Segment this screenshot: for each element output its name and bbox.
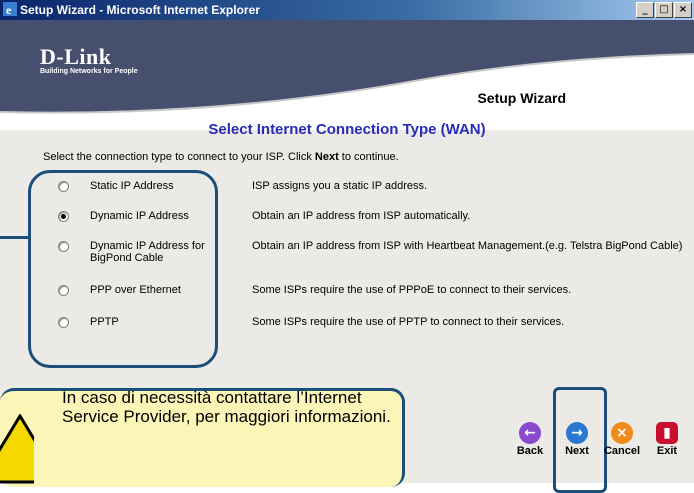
cancel-button[interactable]: × Cancel [600, 422, 644, 457]
back-icon: ← [519, 422, 541, 444]
back-label: Back [516, 445, 544, 457]
back-button[interactable]: ← Back [508, 422, 552, 457]
internet-explorer-icon: e [3, 2, 17, 16]
next-label: Next [565, 445, 589, 457]
svg-text:e: e [6, 3, 12, 16]
exit-icon: ▮ [656, 422, 678, 444]
option-desc: ISP assigns you a static IP address. [252, 180, 428, 192]
maximize-button[interactable]: □ [655, 2, 673, 18]
exit-label: Exit [656, 445, 678, 457]
minimize-button[interactable]: _ [636, 2, 654, 18]
instruction-pre: Select the connection type to connect to… [43, 151, 315, 163]
exit-button[interactable]: ▮ Exit [645, 422, 689, 457]
highlight-pointer-line [0, 236, 29, 239]
instruction-post: to continue. [338, 151, 399, 163]
window-title-bar[interactable]: e Setup Wizard - Microsoft Internet Expl… [0, 0, 694, 20]
note-text: In caso di necessità contattare l’Intern… [62, 388, 391, 426]
next-icon: → [566, 422, 588, 444]
header-swoosh [0, 53, 694, 130]
window-title: Setup Wizard - Microsoft Internet Explor… [20, 3, 260, 17]
option-desc: Some ISPs require the use of PPPoE to co… [252, 284, 572, 296]
close-button[interactable]: × [674, 2, 692, 18]
options-highlight [28, 170, 218, 368]
section-title: Select Internet Connection Type (WAN) [208, 121, 486, 138]
instruction-next: Next [314, 151, 339, 163]
wizard-title: Setup Wizard [477, 90, 566, 106]
option-desc: Obtain an IP address from ISP automatica… [252, 210, 471, 222]
window-controls: _ □ × [636, 2, 692, 18]
next-button[interactable]: → Next [555, 422, 599, 457]
warning-icon [0, 414, 34, 484]
cancel-label: Cancel [603, 445, 641, 457]
option-desc: Some ISPs require the use of PPTP to con… [252, 316, 565, 328]
instruction-text: Select the connection type to connect to… [43, 151, 399, 163]
option-desc: Obtain an IP address from ISP with Heart… [252, 240, 683, 252]
cancel-icon: × [611, 422, 633, 444]
